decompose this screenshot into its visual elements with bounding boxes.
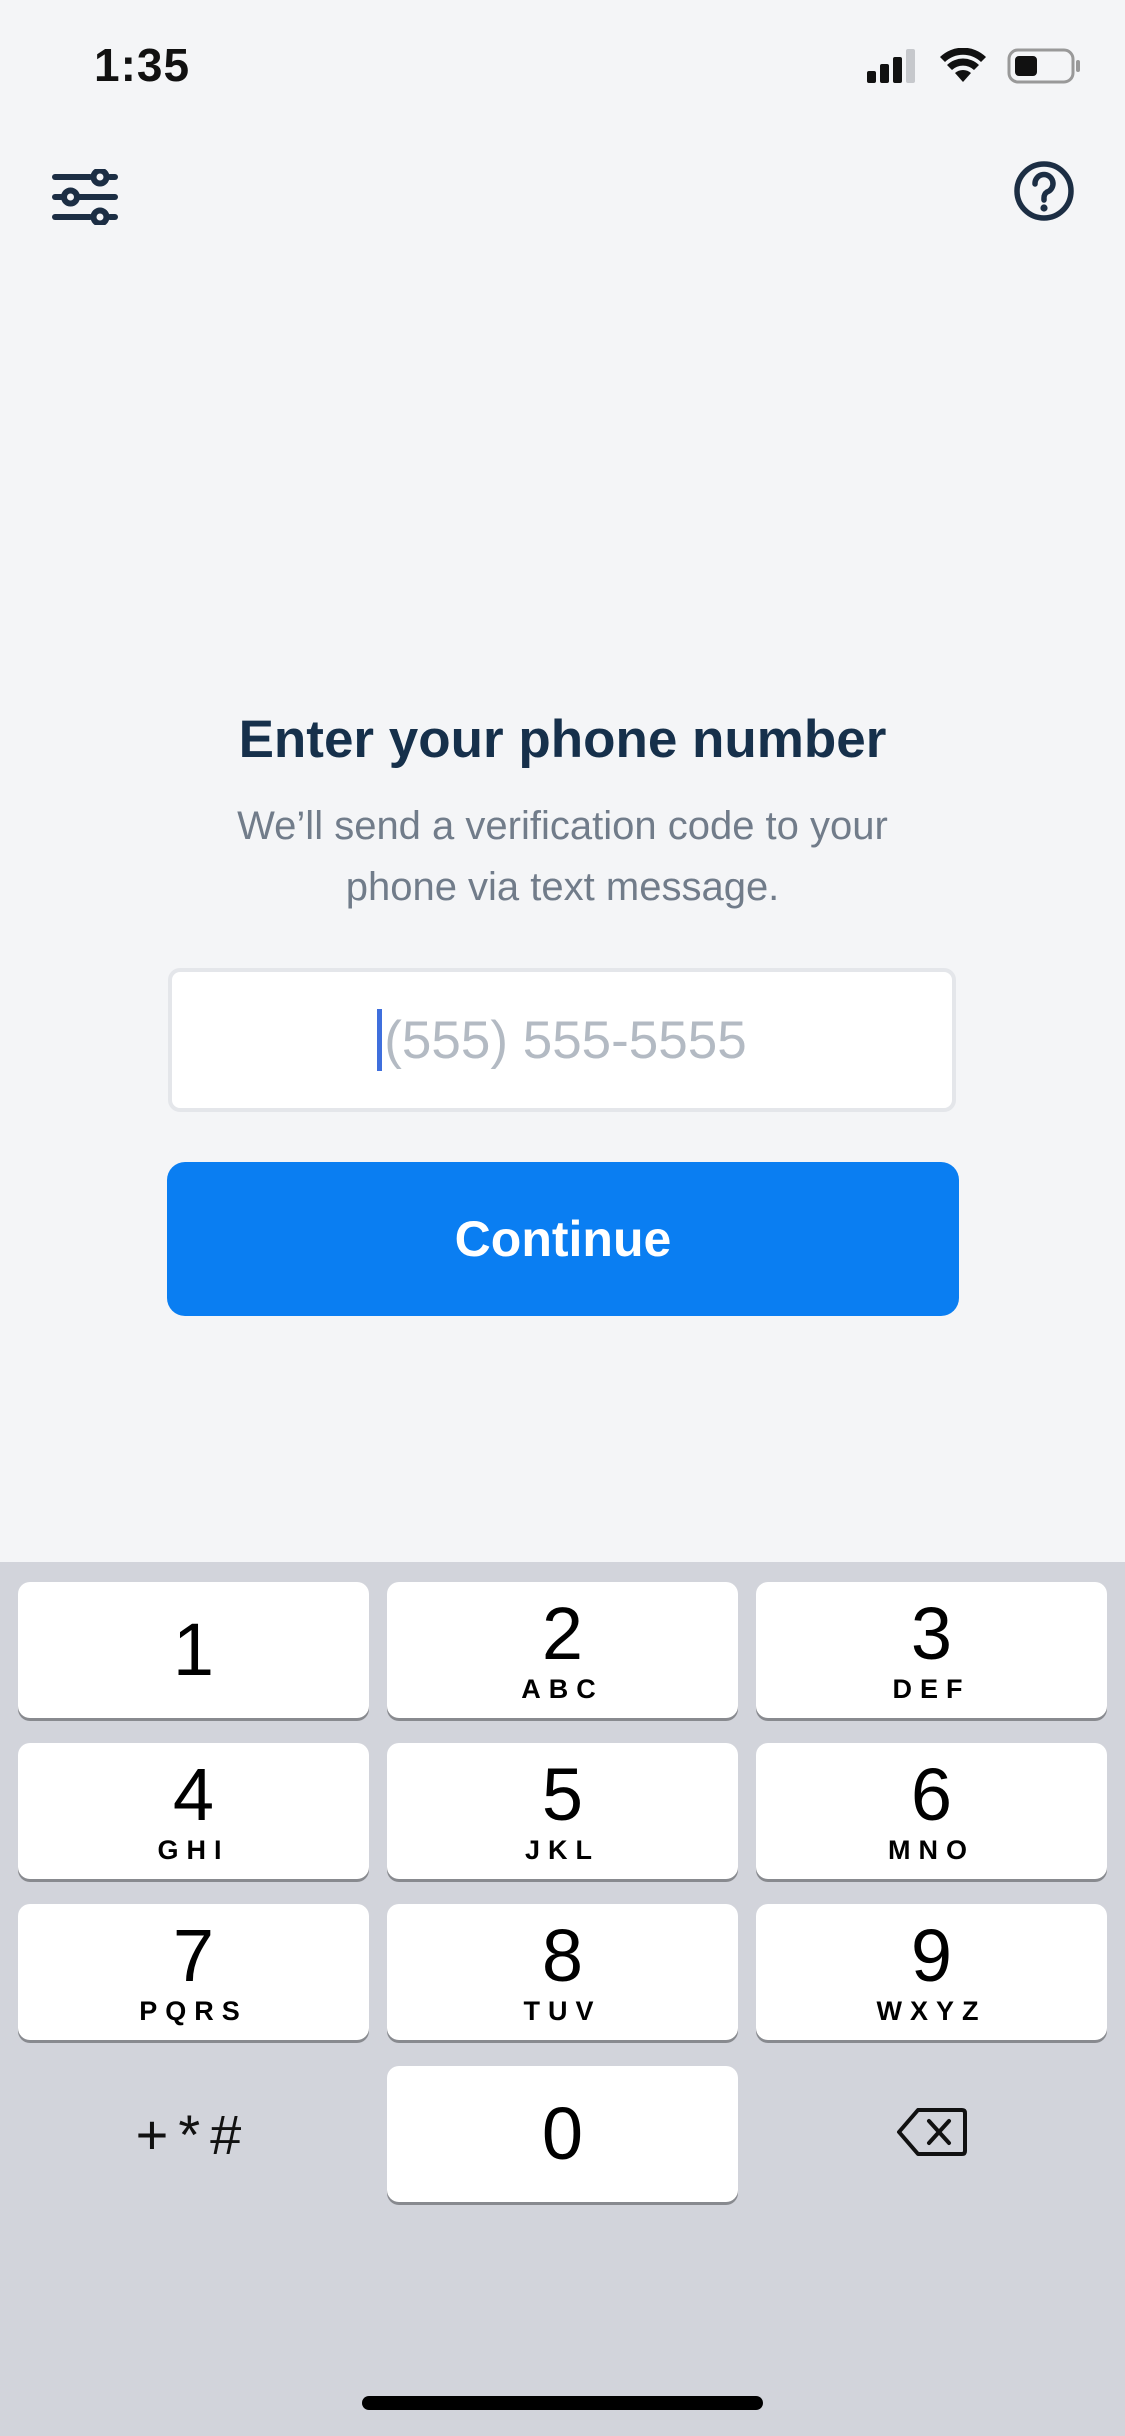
key-digit: 3 <box>910 1592 953 1675</box>
key-3[interactable]: 3 DEF <box>756 1582 1107 1718</box>
wifi-icon <box>939 47 987 89</box>
key-digit: 7 <box>172 1914 215 1997</box>
key-letters: WXYZ <box>876 1996 987 2026</box>
key-letters: TUV <box>523 1996 602 2026</box>
key-digit: 6 <box>910 1753 953 1836</box>
key-digit: 4 <box>172 1753 215 1836</box>
backspace-icon <box>896 2106 968 2163</box>
filter-button[interactable] <box>50 164 120 234</box>
key-letters: GHI <box>157 1835 230 1865</box>
key-digit: 1 <box>172 1608 215 1691</box>
key-letters: ABC <box>521 1674 604 1704</box>
key-symbols[interactable]: +*# <box>18 2066 369 2202</box>
key-9[interactable]: 9 WXYZ <box>756 1904 1107 2040</box>
key-4[interactable]: 4 GHI <box>18 1743 369 1879</box>
key-digit: 8 <box>541 1914 584 1997</box>
status-bar: 1:35 <box>0 0 1125 132</box>
help-button[interactable] <box>1011 160 1077 226</box>
key-letters: JKL <box>524 1835 600 1865</box>
delete-key[interactable] <box>756 2066 1107 2202</box>
battery-icon <box>1007 48 1081 89</box>
key-6[interactable]: 6 MNO <box>756 1743 1107 1879</box>
key-7[interactable]: 7 PQRS <box>18 1904 369 2040</box>
key-digit: 5 <box>541 1753 584 1836</box>
key-digit: 9 <box>910 1914 953 1997</box>
filter-sliders-icon <box>52 167 118 230</box>
phone-input-placeholder: (555) 555-5555 <box>384 1010 747 1070</box>
key-digit: 2 <box>541 1592 584 1675</box>
phone-number-input[interactable]: (555) 555-5555 <box>168 968 956 1112</box>
page-subtitle: We’ll send a verification code to your p… <box>237 804 888 909</box>
page-title: Enter your phone number <box>238 710 887 769</box>
continue-button[interactable]: Continue <box>167 1162 959 1316</box>
status-icons <box>867 47 1081 89</box>
help-question-icon <box>1013 160 1075 227</box>
key-digit: 0 <box>541 2092 584 2175</box>
key-2[interactable]: 2 ABC <box>387 1582 738 1718</box>
main-content: Enter your phone number We’ll send a ver… <box>0 700 1125 1316</box>
cellular-signal-icon <box>867 49 919 88</box>
key-1[interactable]: 1 <box>18 1582 369 1718</box>
key-0[interactable]: 0 <box>387 2066 738 2202</box>
key-letters: PQRS <box>139 1996 248 2026</box>
key-letters: DEF <box>892 1674 971 1704</box>
status-time: 1:35 <box>94 39 191 91</box>
home-indicator[interactable] <box>362 2396 763 2410</box>
top-bar <box>0 160 1125 270</box>
text-cursor <box>377 1009 383 1071</box>
key-8[interactable]: 8 TUV <box>387 1904 738 2040</box>
key-5[interactable]: 5 JKL <box>387 1743 738 1879</box>
key-letters: MNO <box>888 1835 975 1865</box>
